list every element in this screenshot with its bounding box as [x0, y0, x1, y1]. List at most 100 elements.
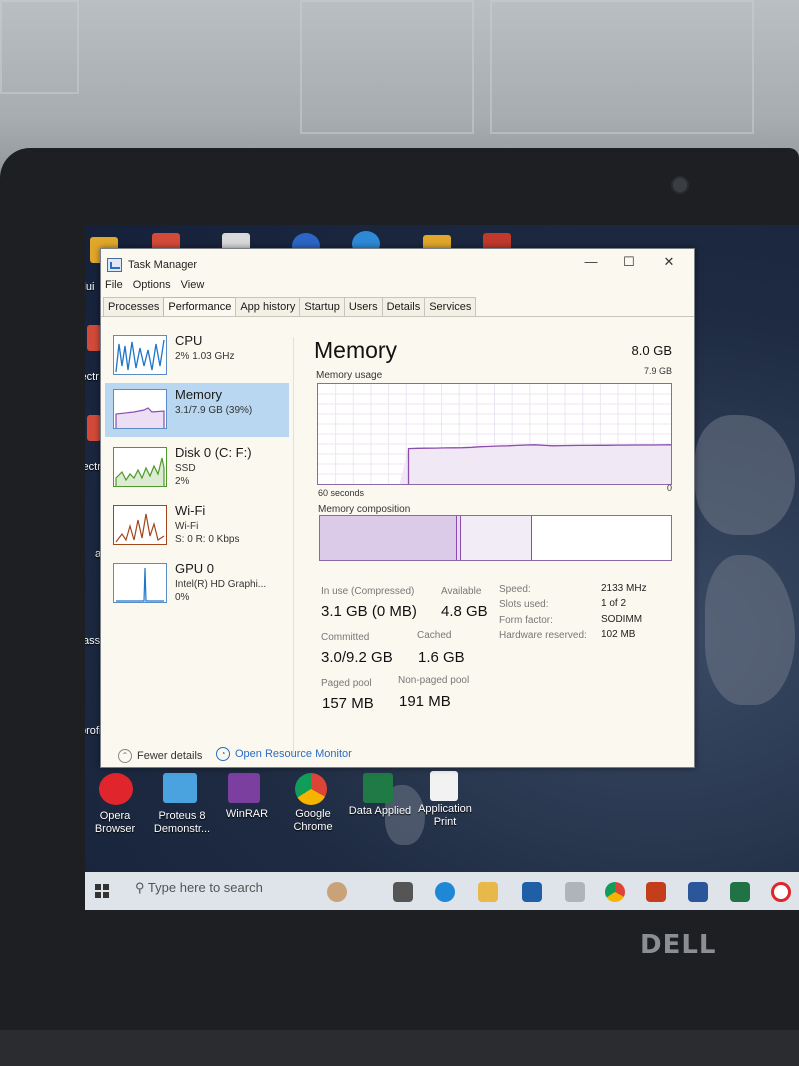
powerpoint-icon[interactable] [646, 882, 666, 902]
desktop-shortcut-application-print[interactable]: Application Print [415, 803, 475, 829]
title-bar[interactable]: Task Manager [107, 255, 197, 275]
search-placeholder: Type here to search [147, 880, 263, 895]
total-memory: 8.0 GB [631, 343, 672, 358]
sidebar-memory-detail: 3.1/7.9 GB (39%) [175, 405, 253, 416]
gpu-thumbnail-graph [113, 563, 167, 603]
sidebar-wifi-throughput: S: 0 R: 0 Kbps [175, 534, 240, 545]
nonpaged-pool-value: 191 MB [399, 693, 451, 710]
sidebar-memory-name: Memory [175, 387, 222, 402]
desktop-shortcut-winrar[interactable]: WinRAR [221, 808, 273, 821]
excel-icon[interactable] [363, 773, 393, 803]
desktop-shortcut-proteus[interactable]: Proteus 8 Demonstr... [149, 810, 215, 836]
winrar-icon[interactable] [228, 773, 260, 803]
sidebar-disk-usage: 2% [175, 476, 190, 487]
cortana-avatar-icon[interactable] [327, 882, 347, 902]
menu-options[interactable]: Options [133, 279, 171, 291]
memory-usage-graph [317, 383, 672, 485]
desktop-label[interactable]: electr [85, 371, 99, 383]
webcam [671, 176, 689, 194]
word-icon[interactable] [688, 882, 708, 902]
tab-startup[interactable]: Startup [299, 297, 345, 316]
tab-details[interactable]: Details [381, 297, 426, 316]
sidebar-gpu-usage: 0% [175, 592, 190, 603]
paged-pool-value: 157 MB [322, 695, 374, 712]
committed-value: 3.0/9.2 GB [321, 649, 393, 666]
sidebar-cpu-name: CPU [175, 333, 203, 348]
graph-axis-zero: 0 [666, 483, 672, 493]
cached-value: 1.6 GB [418, 649, 465, 666]
tab-processes[interactable]: Processes [103, 297, 165, 316]
task-manager-icon [107, 258, 122, 272]
proteus-icon[interactable] [163, 773, 197, 803]
sidebar-wifi-type: Wi-Fi [175, 521, 199, 532]
maximize-button[interactable]: ☐ [614, 251, 644, 273]
graph-axis-time: 60 seconds [318, 488, 365, 498]
slots-label: Slots used: [499, 599, 549, 610]
chevron-up-icon: ⌃ [118, 749, 132, 763]
menu-file[interactable]: File [105, 279, 123, 291]
app-icon[interactable] [565, 882, 585, 902]
memory-usage-label: Memory usage [316, 370, 383, 381]
memory-thumbnail-graph [113, 389, 167, 429]
sidebar-wifi-name: Wi-Fi [175, 503, 206, 518]
tab-app-history[interactable]: App history [235, 297, 301, 316]
opera-icon[interactable] [771, 882, 791, 902]
task-view-icon[interactable] [393, 882, 413, 902]
desktop-shortcut-data-applied[interactable]: Data Applied [347, 805, 413, 818]
laptop-base [0, 1030, 799, 1066]
sidebar-disk-name: Disk 0 (C: F:) [175, 445, 252, 460]
sidebar-gpu-model: Intel(R) HD Graphi... [175, 579, 267, 590]
desktop-shortcut-chrome[interactable]: Google Chrome [285, 808, 341, 834]
form-factor-label: Form factor: [499, 615, 553, 626]
tab-services[interactable]: Services [424, 297, 477, 316]
page-title: Memory [314, 337, 398, 363]
memory-usage-max: 7.9 GB [643, 366, 672, 376]
app-icon[interactable] [87, 415, 101, 441]
wall-panel [490, 0, 754, 134]
tab-performance[interactable]: Performance [163, 297, 237, 316]
fewer-details-button[interactable]: ⌃ Fewer details [118, 749, 202, 763]
pdf-icon[interactable] [430, 771, 458, 801]
resource-monitor-icon: ◔ [216, 747, 230, 761]
sidebar-disk-type: SSD [175, 463, 196, 474]
speed-value: 2133 MHz [601, 583, 647, 594]
desktop-label[interactable]: ardui [85, 281, 94, 293]
speed-label: Speed: [499, 584, 531, 595]
disk-thumbnail-graph [113, 447, 167, 487]
composition-standby [461, 516, 532, 560]
windows-start-icon[interactable] [95, 884, 109, 898]
desktop-label[interactable]: electr [85, 461, 101, 473]
nonpaged-pool-label: Non-paged pool [398, 675, 470, 686]
sidebar-gpu-name: GPU 0 [175, 561, 215, 576]
opera-icon[interactable] [99, 773, 133, 805]
mail-icon[interactable] [522, 882, 542, 902]
desktop-shortcut-opera[interactable]: Opera Browser [89, 810, 141, 836]
paged-pool-label: Paged pool [321, 678, 372, 689]
committed-label: Committed [321, 632, 370, 643]
excel-icon[interactable] [730, 882, 750, 902]
chrome-icon[interactable] [295, 773, 327, 805]
tab-users[interactable]: Users [343, 297, 383, 316]
available-label: Available [441, 586, 482, 597]
edge-icon[interactable] [435, 882, 455, 902]
file-explorer-icon[interactable] [478, 882, 498, 902]
brand-logo: DELL [640, 930, 717, 960]
menu-view[interactable]: View [181, 279, 205, 291]
wall-panel [300, 0, 474, 134]
open-resource-monitor-link[interactable]: ◔ Open Resource Monitor [216, 747, 352, 761]
tab-strip: Processes Performance App history Startu… [103, 297, 477, 316]
memory-composition-label: Memory composition [318, 504, 411, 515]
cached-label: Cached [417, 630, 452, 641]
sidebar-item-wifi[interactable]: Wi-Fi Wi-Fi S: 0 R: 0 Kbps [105, 499, 289, 553]
chrome-icon[interactable] [605, 882, 625, 902]
cpu-thumbnail-graph [113, 335, 167, 375]
sidebar-item-memory[interactable]: Memory 3.1/7.9 GB (39%) [105, 383, 289, 437]
sidebar-item-gpu[interactable]: GPU 0 Intel(R) HD Graphi... 0% [105, 557, 289, 611]
sidebar-item-cpu[interactable]: CPU 2% 1.03 GHz [105, 329, 289, 383]
window-title: Task Manager [128, 259, 198, 271]
app-icon[interactable] [87, 325, 101, 351]
minimize-button[interactable]: — [576, 251, 606, 273]
close-button[interactable]: ✕ [654, 251, 684, 273]
sidebar-item-disk[interactable]: Disk 0 (C: F:) SSD 2% [105, 441, 289, 495]
composition-free [531, 516, 671, 560]
